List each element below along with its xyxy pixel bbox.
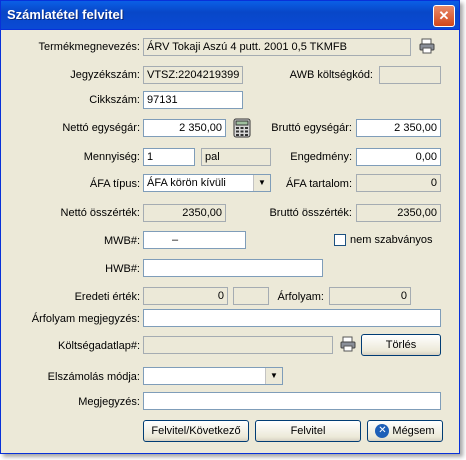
engedmeny-input[interactable]: 0,00 bbox=[356, 148, 441, 166]
label-afa-tartalom: ÁFA tartalom: bbox=[285, 178, 352, 190]
label-nem-szabvanyos: nem szabványos bbox=[350, 234, 433, 246]
brutto-osszertek-field: 2350,00 bbox=[356, 204, 441, 222]
megjegyzes-input[interactable] bbox=[143, 392, 441, 410]
arfolyam-megjegyzes-input[interactable] bbox=[143, 309, 441, 327]
felvitel-kovetkezo-button[interactable]: Felvitel/Következő bbox=[143, 420, 249, 442]
eredeti-ertek-field: 0 bbox=[143, 287, 228, 305]
label-arfolyam: Árfolyam: bbox=[277, 291, 324, 303]
label-afa-tipus: ÁFA típus: bbox=[89, 178, 140, 190]
window-title: Számlatétel felvitel bbox=[7, 7, 124, 22]
label-elszamolas: Elszámolás módja: bbox=[47, 371, 140, 383]
label-mwb: MWB#: bbox=[103, 235, 140, 247]
label-arfolyam-megj: Árfolyam megjegyzés: bbox=[31, 313, 140, 325]
koltsegadatlap-field bbox=[143, 336, 333, 354]
jegyzek-field: VTSZ:2204219399 bbox=[143, 66, 243, 84]
cancel-x-icon: ✕ bbox=[375, 424, 390, 439]
afa-tipus-value: ÁFA körön kívüli bbox=[147, 177, 226, 189]
label-brutto-egyseg: Bruttó egységár: bbox=[271, 122, 352, 134]
megsem-label: Mégsem bbox=[392, 425, 435, 437]
label-jegyzek: Jegyzékszám: bbox=[70, 69, 140, 81]
afa-tartalom-field: 0 bbox=[356, 174, 441, 192]
elszamolas-select[interactable]: ▼ bbox=[143, 367, 283, 385]
arfolyam-field: 0 bbox=[329, 287, 411, 305]
nem-szabvanyos-checkbox[interactable] bbox=[334, 234, 346, 246]
label-engedmeny: Engedmény: bbox=[290, 151, 352, 163]
close-button[interactable]: ✕ bbox=[433, 5, 455, 27]
calculator-icon[interactable] bbox=[233, 118, 251, 138]
label-netto-egyseg: Nettó egységár: bbox=[62, 122, 140, 134]
mennyiseg-input[interactable]: 1 bbox=[143, 148, 195, 166]
chevron-down-icon[interactable]: ▼ bbox=[265, 368, 282, 384]
megsem-button[interactable]: ✕ Mégsem bbox=[367, 420, 443, 442]
label-cikkszam: Cikkszám: bbox=[89, 94, 140, 106]
label-brutto-osszertek: Bruttó összérték: bbox=[269, 207, 352, 219]
label-hwb: HWB#: bbox=[105, 263, 140, 275]
label-awb: AWB költségkód: bbox=[289, 69, 373, 81]
cikkszam-input[interactable]: 97131 bbox=[143, 91, 243, 109]
dialog-window: Számlatétel felvitel ✕ Termékmegnevezés:… bbox=[0, 0, 460, 454]
label-megjegyzes: Megjegyzés: bbox=[78, 396, 140, 408]
termek-field: ÁRV Tokaji Aszú 4 putt. 2001 0,5 TKMFB bbox=[143, 38, 411, 56]
awb-field bbox=[379, 66, 441, 84]
label-mennyiseg: Mennyiség: bbox=[83, 151, 140, 163]
label-netto-osszertek: Nettó összérték: bbox=[60, 207, 140, 219]
label-eredeti-ertek: Eredeti érték: bbox=[74, 291, 140, 303]
torles-button[interactable]: Törlés bbox=[361, 334, 441, 356]
label-termek: Termékmegnevezés: bbox=[38, 41, 141, 53]
netto-osszertek-field: 2350,00 bbox=[143, 204, 226, 222]
mwb-input[interactable]: – bbox=[143, 231, 246, 249]
hwb-input[interactable] bbox=[143, 259, 323, 277]
printer-icon[interactable] bbox=[419, 38, 435, 54]
label-koltsegadatlap: Költségadatlap#: bbox=[58, 340, 140, 352]
brutto-egysegar-input[interactable]: 2 350,00 bbox=[356, 119, 441, 137]
printer-icon[interactable] bbox=[340, 336, 356, 352]
title-bar[interactable]: Számlatétel felvitel ✕ bbox=[1, 1, 459, 30]
felvitel-button[interactable]: Felvitel bbox=[255, 420, 361, 442]
netto-egysegar-input[interactable]: 2 350,00 bbox=[143, 119, 226, 137]
